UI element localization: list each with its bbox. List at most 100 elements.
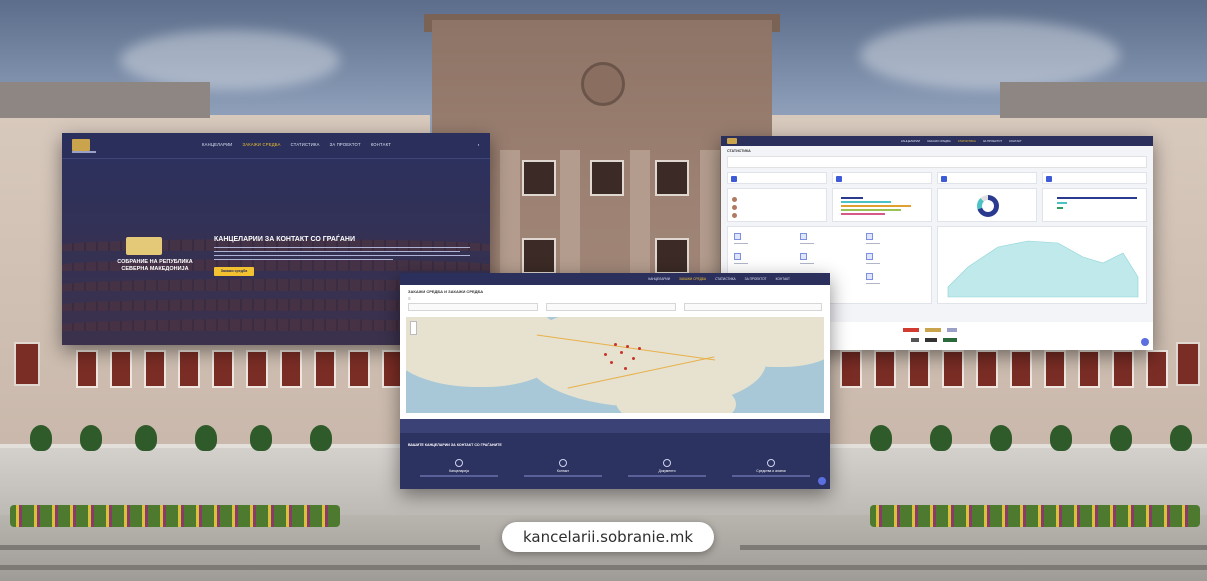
bar (841, 209, 901, 211)
filter-icon[interactable]: ☰ (408, 297, 411, 301)
book-meeting-button[interactable]: Закажи средба (214, 267, 254, 276)
menu-item-book-meeting[interactable]: ЗАКАЖИ СРЕДБА (679, 277, 706, 281)
menu-item-statistics[interactable]: СТАТИСТИКА (291, 142, 320, 147)
section-title: ВАШИТЕ КАНЦЕЛАРИИ ЗА КОНТАКТ СО ГРАЃАНИТ… (408, 443, 502, 447)
language-switch-icon[interactable]: ◐ (478, 142, 480, 147)
office-select[interactable] (546, 303, 676, 311)
office-marker[interactable] (638, 347, 641, 350)
menu-item-offices[interactable]: КАНЦЕЛАРИИ (648, 277, 670, 281)
menu-item-book-meeting[interactable]: ЗАКАЖИ СРЕДБА (927, 139, 951, 143)
menu-item-offices[interactable]: КАНЦЕЛАРИИ (901, 139, 920, 143)
menu-item-offices[interactable]: КАНЦЕЛАРИИ (202, 142, 233, 147)
hero-title: КАНЦЕЛАРИИ ЗА КОНТАКТ СО ГРАЃАНИ (214, 236, 355, 243)
kpi-card (727, 172, 827, 184)
area-chart (947, 240, 1139, 298)
top-members-card (727, 188, 827, 222)
bush (930, 425, 952, 451)
office-marker[interactable] (624, 367, 627, 370)
window (522, 160, 556, 196)
cloud (860, 20, 1120, 90)
page-title: ЗАКАЖИ СРЕДБА И ЗАКАЖИ СРЕДБА (408, 289, 484, 294)
logo-caption (72, 151, 96, 153)
contact-icon (559, 459, 567, 467)
feature-name: Канцеларија (449, 469, 469, 473)
kpi-card (1042, 172, 1147, 184)
feature-name: Средства и алатки (756, 469, 786, 473)
hbar-chart-card (1042, 188, 1147, 222)
menu-item-about[interactable]: ЗА ПРОЕКТОТ (745, 277, 767, 281)
zoom-control[interactable] (410, 321, 417, 335)
chat-icon[interactable] (1141, 338, 1149, 346)
top-navbar: КАНЦЕЛАРИИ ЗАКАЖИ СРЕДБА СТАТИСТИКА ЗА П… (62, 133, 490, 159)
menu-item-statistics[interactable]: СТАТИСТИКА (958, 139, 976, 143)
member-select[interactable] (684, 303, 822, 311)
bar (1057, 207, 1063, 209)
feature-name: Контакт (556, 469, 570, 473)
chat-icon[interactable] (818, 477, 826, 485)
partner-logo (903, 328, 919, 332)
partner-logo (925, 328, 941, 332)
menu-item-contact[interactable]: КОНТАКТ (776, 277, 790, 281)
flowerbed-right (870, 505, 1200, 527)
office-marker[interactable] (614, 343, 617, 346)
menu-item-contact[interactable]: КОНТАКТ (1009, 139, 1022, 143)
site-url-pill: kancelarii.sobranie.mk (502, 522, 714, 552)
filter-bar[interactable] (727, 156, 1147, 168)
main-menu: КАНЦЕЛАРИИ ЗАКАЖИ СРЕДБА СТАТИСТИКА ЗА П… (648, 277, 790, 281)
office-marker[interactable] (610, 361, 613, 364)
office-marker[interactable] (620, 351, 623, 354)
menu-item-contact[interactable]: КОНТАКТ (371, 142, 391, 147)
cloud (120, 30, 340, 90)
bar (841, 213, 885, 215)
hero-description (214, 247, 470, 260)
menu-item-about[interactable]: ЗА ПРОЕКТОТ (983, 139, 1002, 143)
bush (250, 425, 272, 451)
main-menu: КАНЦЕЛАРИИ ЗАКАЖИ СРЕДБА СТАТИСТИКА ЗА П… (202, 142, 391, 147)
bar (1057, 202, 1067, 204)
parliament-logo[interactable] (727, 138, 737, 144)
office-marker[interactable] (632, 357, 635, 360)
top-navbar: КАНЦЕЛАРИИ ЗАКАЖИ СРЕДБА СТАТИСТИКА ЗА П… (400, 273, 830, 285)
office-marker[interactable] (604, 353, 607, 356)
window (655, 160, 689, 196)
parliament-logo[interactable] (72, 139, 90, 151)
bush (135, 425, 157, 451)
municipality-select[interactable] (408, 303, 538, 311)
parliament-crest-icon (126, 237, 162, 255)
feature-item: Контакт (518, 459, 608, 477)
window-row-right (840, 350, 1168, 388)
offices-map[interactable] (406, 317, 824, 413)
top-navbar: КАНЦЕЛАРИИ ЗАКАЖИ СРЕДБА СТАТИСТИКА ЗА П… (721, 136, 1153, 146)
main-menu: КАНЦЕЛАРИИ ЗАКАЖИ СРЕДБА СТАТИСТИКА ЗА П… (901, 139, 1022, 143)
feature-item: Канцеларија (414, 459, 504, 477)
menu-item-about[interactable]: ЗА ПРОЕКТОТ (330, 142, 361, 147)
bar (841, 197, 863, 199)
bar (841, 205, 911, 207)
window-row-left (76, 350, 404, 388)
window (590, 160, 624, 196)
area-chart-card (937, 226, 1147, 304)
menu-item-statistics[interactable]: СТАТИСТИКА (715, 277, 736, 281)
menu-item-book-meeting[interactable]: ЗАКАЖИ СРЕДБА (243, 142, 281, 147)
pavement-stripe (0, 565, 1207, 570)
kpi-card (832, 172, 932, 184)
bar-chart-card (832, 188, 932, 222)
bush (870, 425, 892, 451)
office-icon (455, 459, 463, 467)
page-title: СТАТИСТИКА (727, 149, 751, 153)
bush (1110, 425, 1132, 451)
bush (310, 425, 332, 451)
feature-item: Средства и алатки (726, 459, 816, 477)
promo-collage: КАНЦЕЛАРИИ ЗАКАЖИ СРЕДБА СТАТИСТИКА ЗА П… (0, 0, 1207, 581)
documents-icon (663, 459, 671, 467)
pavement-stripe (0, 545, 480, 550)
flowerbed-left (10, 505, 340, 527)
building-right-roof (1000, 82, 1207, 118)
partner-logo (925, 338, 937, 342)
pavement-stripe (740, 545, 1207, 550)
bush (990, 425, 1012, 451)
window (522, 238, 556, 274)
kpi-icon (836, 176, 842, 182)
office-marker[interactable] (626, 345, 629, 348)
partner-logo (943, 338, 957, 342)
